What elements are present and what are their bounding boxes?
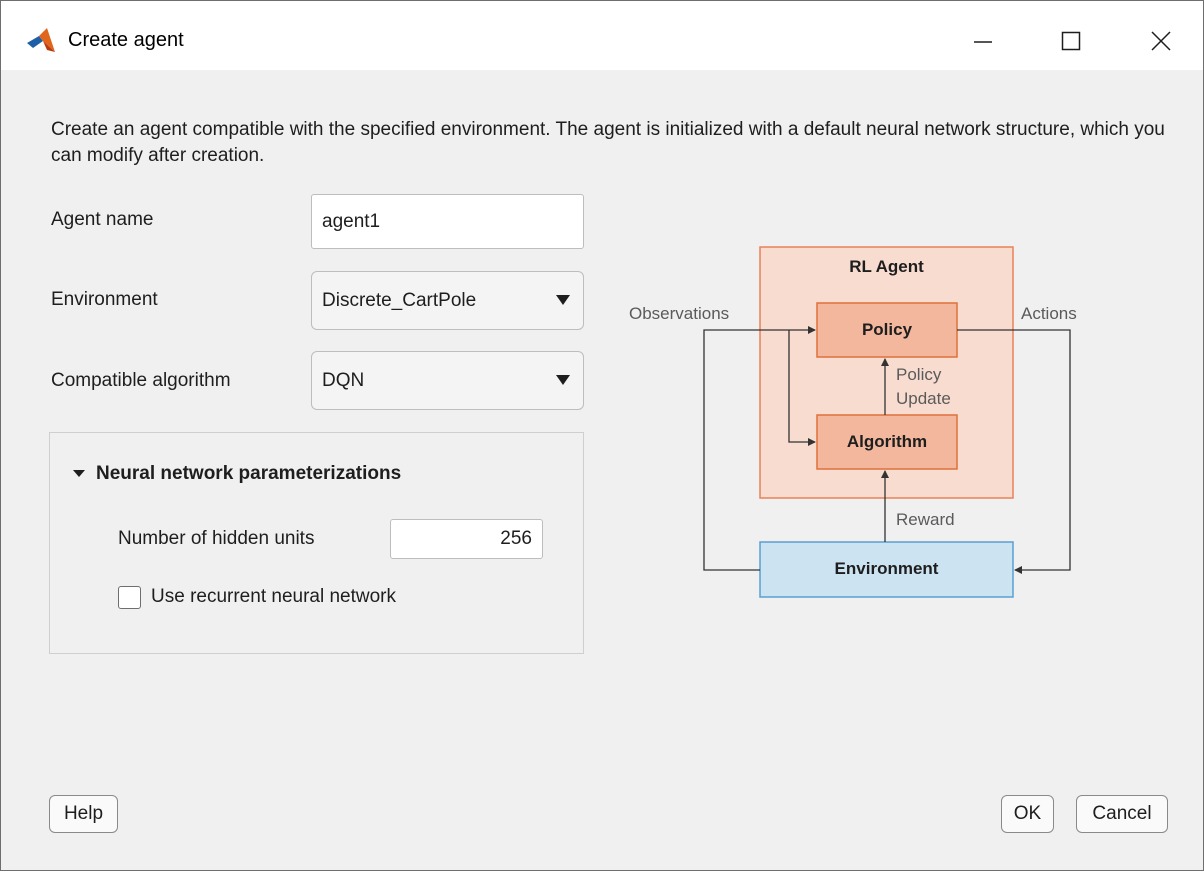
window-title: Create agent	[68, 29, 184, 51]
agent-name-label: Agent name	[51, 209, 154, 230]
dropdown-arrow-icon	[556, 375, 570, 385]
policy-update-label-1: Policy	[896, 365, 942, 384]
hidden-units-input[interactable]: 256	[390, 519, 543, 559]
algorithm-label-diagram: Algorithm	[846, 432, 928, 451]
policy-update-label-2: Update	[896, 389, 951, 408]
actions-label: Actions	[1021, 304, 1077, 323]
hidden-units-value: 256	[500, 528, 532, 549]
rl-agent-label: RL Agent	[849, 257, 924, 276]
dropdown-arrow-icon	[556, 295, 570, 305]
agent-name-value: agent1	[322, 210, 381, 232]
policy-label: Policy	[861, 320, 913, 339]
environment-label-diagram: Environment	[834, 559, 939, 578]
hidden-units-label: Number of hidden units	[118, 528, 315, 549]
reward-label: Reward	[896, 510, 955, 529]
help-button[interactable]: Help	[49, 795, 118, 833]
maximize-button[interactable]	[1051, 23, 1091, 59]
minimize-icon	[974, 41, 992, 43]
algorithm-value: DQN	[322, 369, 365, 391]
dialog-description: Create an agent compatible with the spec…	[51, 119, 1165, 166]
title-bar: Create agent	[1, 1, 1203, 70]
observations-label: Observations	[629, 304, 730, 323]
panel-title: Neural network parameterizations	[96, 463, 402, 484]
rl-agent-diagram: RL Agent Policy Algorithm Environment Ob…	[611, 231, 1111, 611]
algorithm-label: Compatible algorithm	[51, 370, 231, 391]
cancel-button[interactable]: Cancel	[1076, 795, 1168, 833]
diagram-graphic	[703, 246, 1071, 598]
environment-dropdown[interactable]: Discrete_CartPole	[311, 271, 584, 330]
environment-label: Environment	[51, 289, 158, 310]
maximize-icon	[1061, 31, 1081, 51]
recurrent-label: Use recurrent neural network	[151, 586, 396, 607]
panel-header[interactable]: Neural network parameterizations	[72, 463, 401, 485]
neural-network-panel: Neural network parameterizations Number …	[49, 432, 584, 654]
agent-name-input[interactable]: agent1	[311, 194, 584, 249]
close-icon	[1151, 31, 1171, 51]
recurrent-checkbox[interactable]	[118, 586, 141, 609]
create-agent-dialog: Create agent Create an agent compatible …	[0, 0, 1204, 871]
ok-button[interactable]: OK	[1001, 795, 1054, 833]
collapse-triangle-icon[interactable]	[72, 469, 86, 479]
algorithm-dropdown[interactable]: DQN	[311, 351, 584, 410]
matlab-logo-icon	[25, 28, 59, 54]
minimize-button[interactable]	[963, 23, 1003, 59]
environment-value: Discrete_CartPole	[322, 289, 477, 311]
close-button[interactable]	[1141, 23, 1181, 59]
